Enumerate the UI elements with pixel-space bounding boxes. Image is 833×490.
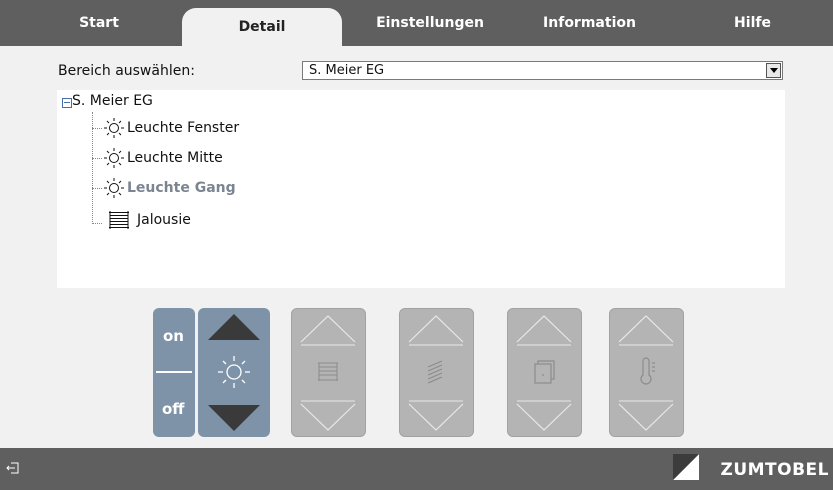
sun-icon bbox=[104, 118, 124, 138]
tree-connector bbox=[92, 128, 102, 129]
light-dimmer-control[interactable] bbox=[198, 308, 270, 437]
footer-bar: ZUMTOBEL bbox=[0, 448, 833, 490]
down-arrow-icon bbox=[300, 403, 356, 431]
tab-information[interactable]: Information bbox=[512, 0, 667, 46]
tab-bar: Start Detail Einstellungen Information H… bbox=[0, 0, 833, 46]
area-select[interactable]: S. Meier EG bbox=[302, 61, 783, 80]
down-arrow-icon bbox=[408, 403, 464, 431]
tree-root[interactable]: S. Meier EG bbox=[72, 93, 153, 109]
dropdown-arrow-icon[interactable] bbox=[766, 63, 781, 78]
area-select-value: S. Meier EG bbox=[309, 63, 385, 78]
tree-connector bbox=[92, 188, 102, 189]
tab-einstellungen[interactable]: Einstellungen bbox=[350, 0, 510, 46]
blinds-control bbox=[291, 308, 366, 437]
zumtobel-logo-icon bbox=[673, 454, 699, 480]
tab-start[interactable]: Start bbox=[24, 0, 174, 46]
dim-up-button[interactable] bbox=[208, 314, 260, 340]
window-icon bbox=[534, 360, 555, 384]
tree-item-label: Leuchte Fenster bbox=[127, 120, 240, 136]
temperature-control bbox=[609, 308, 684, 437]
tree-item-label: Leuchte Gang bbox=[127, 180, 236, 196]
off-button[interactable]: off bbox=[162, 400, 184, 418]
slats-control bbox=[399, 308, 474, 437]
down-arrow-icon bbox=[618, 403, 674, 431]
dim-down-button[interactable] bbox=[208, 405, 260, 431]
exit-icon[interactable] bbox=[6, 462, 20, 474]
light-icon bbox=[218, 356, 250, 388]
up-arrow-icon bbox=[300, 315, 356, 343]
sun-icon bbox=[104, 178, 124, 198]
up-arrow-icon bbox=[516, 315, 572, 343]
tree-item-label: Leuchte Mitte bbox=[127, 150, 223, 166]
thermometer-icon bbox=[640, 357, 655, 385]
slats-control-graphic bbox=[408, 315, 464, 431]
up-arrow-icon bbox=[408, 315, 464, 343]
blinds-control-graphic bbox=[300, 315, 356, 431]
temperature-control-graphic bbox=[618, 315, 674, 431]
blinds-icon bbox=[318, 362, 338, 381]
tree-item-label: Jalousie bbox=[137, 212, 191, 228]
slats-icon bbox=[427, 360, 443, 384]
window-control bbox=[507, 308, 582, 437]
area-label: Bereich auswählen: bbox=[58, 63, 195, 79]
switch-divider bbox=[156, 371, 192, 373]
collapse-icon[interactable] bbox=[62, 98, 72, 108]
window-control-graphic bbox=[516, 315, 572, 431]
on-button[interactable]: on bbox=[163, 327, 184, 345]
on-off-switch[interactable]: on off bbox=[153, 308, 195, 437]
down-arrow-icon bbox=[516, 403, 572, 431]
tree-connector bbox=[92, 158, 102, 159]
detail-panel: Bereich auswählen: S. Meier EG S. Meier … bbox=[0, 46, 833, 448]
brand-logo-text: ZUMTOBEL bbox=[720, 460, 829, 480]
dimmer-graphic bbox=[208, 314, 260, 431]
device-tree: S. Meier EG Leuchte Fenster Leuchte Mitt… bbox=[57, 90, 785, 288]
up-arrow-icon bbox=[618, 315, 674, 343]
tree-connector bbox=[92, 223, 102, 224]
tab-detail[interactable]: Detail bbox=[182, 8, 342, 46]
blinds-icon bbox=[109, 211, 129, 229]
tab-hilfe[interactable]: Hilfe bbox=[680, 0, 825, 46]
sun-icon bbox=[104, 148, 124, 168]
